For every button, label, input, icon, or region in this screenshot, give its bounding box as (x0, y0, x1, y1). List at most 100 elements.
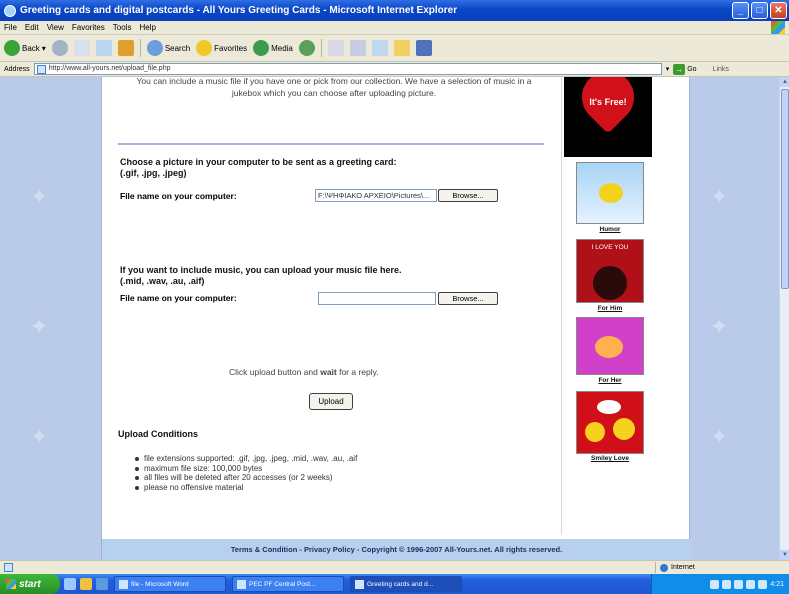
quicklaunch-folder-icon[interactable] (80, 578, 92, 590)
system-tray: 4:21 (651, 574, 789, 594)
bee-icon (599, 183, 623, 203)
ad-humor-image[interactable] (576, 162, 644, 224)
menu-edit[interactable]: Edit (25, 23, 39, 32)
speech-bubble-icon (597, 400, 621, 414)
intro-text: You can include a music file if you have… (136, 77, 532, 98)
music-browse-button[interactable]: Browse... (438, 292, 498, 305)
page-content: You can include a music file if you have… (101, 77, 691, 560)
scroll-thumb[interactable] (781, 89, 789, 289)
start-button[interactable]: start (0, 574, 60, 594)
upload-button[interactable]: Upload (309, 393, 353, 410)
windows-flag-icon (6, 579, 16, 589)
list-item: please no offensive material (134, 483, 357, 493)
stop-icon[interactable] (73, 40, 90, 56)
ie-logo-icon (4, 4, 16, 17)
title-bar[interactable]: Greeting cards and digital postcards - A… (0, 0, 789, 21)
window-title: Greeting cards and digital postcards - A… (20, 5, 458, 16)
footer: Terms & Condition - Privacy Policy - Cop… (102, 539, 691, 560)
smiley-icon (585, 422, 605, 442)
folder-icon[interactable] (393, 40, 410, 56)
windows-logo-icon (771, 21, 785, 34)
tray-icon[interactable] (734, 579, 744, 589)
print-icon[interactable] (349, 40, 366, 56)
its-free-banner[interactable]: It's Free! (564, 77, 652, 157)
smiley-icon (613, 418, 635, 440)
taskbar-item-pec[interactable]: PEC PF Central Post... (232, 576, 344, 592)
menu-bar: File Edit View Favorites Tools Help (0, 21, 789, 35)
scroll-down-icon[interactable]: ▼ (780, 550, 789, 560)
favorites-button[interactable]: Favorites (196, 40, 247, 56)
decor-star-icon: ✦ (30, 424, 49, 449)
address-dropdown-icon[interactable]: ▾ (666, 65, 670, 73)
ad-for-him-link[interactable]: For Him (576, 305, 644, 312)
terms-link[interactable]: Terms & Condition (231, 545, 298, 554)
ad-for-her-link[interactable]: For Her (576, 377, 644, 384)
browser-viewport: ✦ ✦ ✦ ✦ ✦ ✦ You can include a music file… (0, 77, 779, 560)
search-button[interactable]: Search (146, 40, 190, 56)
menu-favorites[interactable]: Favorites (72, 23, 105, 32)
scroll-up-icon[interactable]: ▲ (780, 77, 789, 87)
upload-instructions: Click upload button and wait for a reply… (229, 367, 379, 377)
picture-file-label: File name on your computer: (120, 191, 237, 201)
tray-icon[interactable] (710, 579, 720, 589)
ad-smiley-love-image[interactable] (576, 391, 644, 454)
page-icon (36, 65, 46, 74)
forward-button[interactable] (51, 40, 68, 56)
ad-banner-text: I LOVE YOU (591, 244, 629, 251)
music-file-input[interactable] (318, 292, 436, 305)
taskbar-item-greeting-cards[interactable]: Greeting cards and d... (350, 576, 462, 592)
decor-star-icon: ✦ (30, 184, 49, 209)
vertical-scrollbar[interactable]: ▲ ▼ (779, 77, 789, 560)
maximize-button[interactable]: □ (751, 2, 768, 19)
picture-file-input[interactable]: F:\ΨΗΦΙΑΚΟ ΑΡΧΕΙΟ\Pictures\... (315, 189, 437, 202)
edit-icon[interactable] (371, 40, 388, 56)
conditions-heading: Upload Conditions (118, 429, 198, 439)
menu-help[interactable]: Help (139, 23, 155, 32)
quicklaunch-ie-icon[interactable] (64, 578, 76, 590)
mail-icon[interactable] (327, 40, 344, 56)
address-bar: Address http://www.all-yours.net/upload_… (0, 62, 789, 77)
decor-star-icon: ✦ (710, 184, 729, 209)
go-button[interactable]: → Go (673, 63, 697, 75)
ad-smiley-love-link[interactable]: Smiley Love (576, 455, 644, 462)
menu-tools[interactable]: Tools (113, 23, 132, 32)
media-button[interactable]: Media (253, 40, 293, 56)
star-icon (196, 40, 213, 56)
menu-file[interactable]: File (4, 23, 17, 32)
ad-humor-link[interactable]: Humor (576, 226, 644, 233)
bear-icon (595, 336, 623, 358)
word-icon (119, 579, 128, 589)
list-item: file extensions supported: .gif, .jpg, .… (134, 454, 357, 464)
ie-icon (237, 579, 246, 589)
clock[interactable]: 4:21 (770, 581, 784, 588)
decor-star-icon: ✦ (710, 314, 729, 339)
ad-for-him-image[interactable]: I LOVE YOU (576, 239, 644, 303)
conditions-list: file extensions supported: .gif, .jpg, .… (134, 454, 357, 492)
picture-browse-button[interactable]: Browse... (438, 189, 498, 202)
copyright-text: Copyright © 1996-2007 All-Yours.net. All… (361, 545, 563, 554)
history-icon[interactable] (298, 40, 315, 56)
security-zone: Internet (655, 562, 725, 573)
music-types: (.mid, .wav, .au, .aif) (120, 276, 205, 286)
tray-icon[interactable] (746, 579, 756, 589)
tray-icon[interactable] (722, 579, 732, 589)
address-input[interactable]: http://www.all-yours.net/upload_file.php (33, 63, 662, 75)
volume-icon[interactable] (758, 579, 768, 589)
toolbar: Back ▾ Search Favorites Media (0, 35, 789, 62)
chevron-down-icon: ▾ (41, 43, 46, 53)
minimize-button[interactable]: _ (732, 2, 749, 19)
links-button[interactable]: Links (713, 66, 729, 73)
privacy-link[interactable]: Privacy Policy (304, 545, 355, 554)
menu-view[interactable]: View (47, 23, 64, 32)
taskbar-item-word[interactable]: file - Microsoft Word (114, 576, 226, 592)
decor-star-icon: ✦ (30, 314, 49, 339)
back-button[interactable]: Back ▾ (4, 40, 46, 56)
messenger-icon[interactable] (415, 40, 432, 56)
close-button[interactable]: ✕ (770, 2, 787, 19)
taskbar: start file - Microsoft Word PEC PF Centr… (0, 574, 789, 594)
quicklaunch-desktop-icon[interactable] (96, 578, 108, 590)
home-icon[interactable] (117, 40, 134, 56)
ad-for-her-image[interactable] (576, 317, 644, 375)
refresh-icon[interactable] (95, 40, 112, 56)
search-icon (146, 40, 163, 56)
